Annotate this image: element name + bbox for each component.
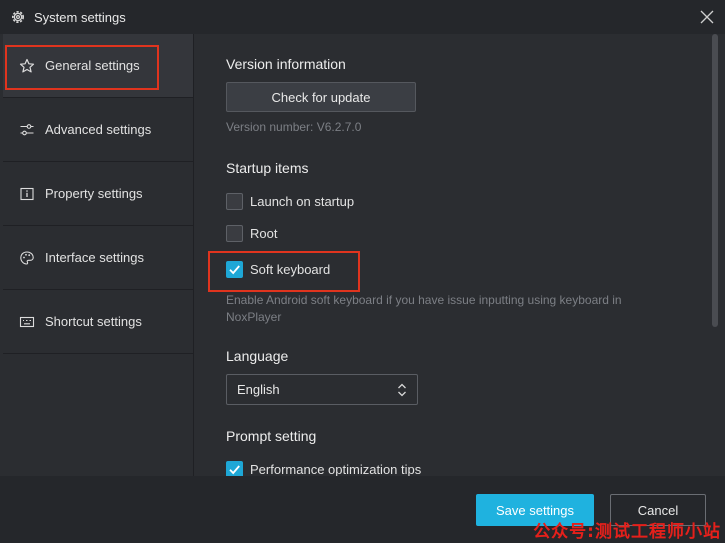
checkbox-label: Root — [250, 226, 278, 241]
checkmark-icon — [229, 465, 240, 475]
checkbox-box[interactable] — [226, 193, 243, 210]
checkbox-label: Soft keyboard — [250, 262, 331, 277]
startup-section-title: Startup items — [226, 160, 309, 176]
title-bar: System settings — [0, 0, 725, 34]
checkbox-label: Performance optimization tips — [250, 462, 422, 477]
sidebar-item-general-settings[interactable]: General settings — [3, 34, 193, 98]
checkbox-box[interactable] — [226, 225, 243, 242]
language-selected-value: English — [237, 382, 280, 397]
window-title: System settings — [34, 9, 126, 25]
info-icon — [19, 186, 35, 202]
sliders-icon — [19, 122, 35, 138]
sidebar-item-advanced-settings[interactable]: Advanced settings — [3, 98, 193, 162]
prompt-section-title: Prompt setting — [226, 428, 317, 444]
star-icon — [19, 58, 35, 74]
root-checkbox[interactable]: Root — [226, 225, 277, 242]
language-select[interactable]: English — [226, 374, 418, 405]
version-section-title: Version information — [226, 56, 346, 72]
version-number: Version number: V6.2.7.0 — [226, 120, 362, 134]
vertical-scrollbar[interactable] — [712, 34, 718, 327]
palette-icon — [19, 250, 35, 266]
soft-keyboard-hint-line2: NoxPlayer — [226, 310, 282, 324]
sidebar-item-label: General settings — [45, 58, 140, 73]
watermark-text: 公众号:测试工程师小站 — [533, 522, 721, 542]
launch-on-startup-checkbox[interactable]: Launch on startup — [226, 193, 354, 210]
soft-keyboard-checkbox[interactable]: Soft keyboard — [226, 261, 330, 278]
sidebar-item-label: Property settings — [45, 186, 143, 201]
sidebar-item-property-settings[interactable]: Property settings — [3, 162, 193, 226]
close-icon[interactable] — [699, 9, 715, 25]
checkbox-box[interactable] — [226, 261, 243, 278]
language-section-title: Language — [226, 348, 289, 364]
sidebar-item-label: Interface settings — [45, 250, 144, 265]
chevron-up-down-icon — [396, 382, 408, 398]
sidebar-item-label: Advanced settings — [45, 122, 152, 137]
checkmark-icon — [229, 265, 240, 275]
checkbox-label: Launch on startup — [250, 194, 355, 209]
sidebar: General settings Advanced settings Prope… — [3, 34, 194, 476]
keyboard-icon — [19, 314, 35, 330]
sidebar-item-shortcut-settings[interactable]: Shortcut settings — [3, 290, 193, 354]
sidebar-item-label: Shortcut settings — [45, 314, 142, 329]
check-for-update-button[interactable]: Check for update — [226, 82, 416, 112]
sidebar-item-interface-settings[interactable]: Interface settings — [3, 226, 193, 290]
soft-keyboard-hint-line1: Enable Android soft keyboard if you have… — [226, 293, 622, 307]
settings-content: Version information Check for update Ver… — [194, 34, 725, 478]
gear-icon — [10, 9, 26, 25]
